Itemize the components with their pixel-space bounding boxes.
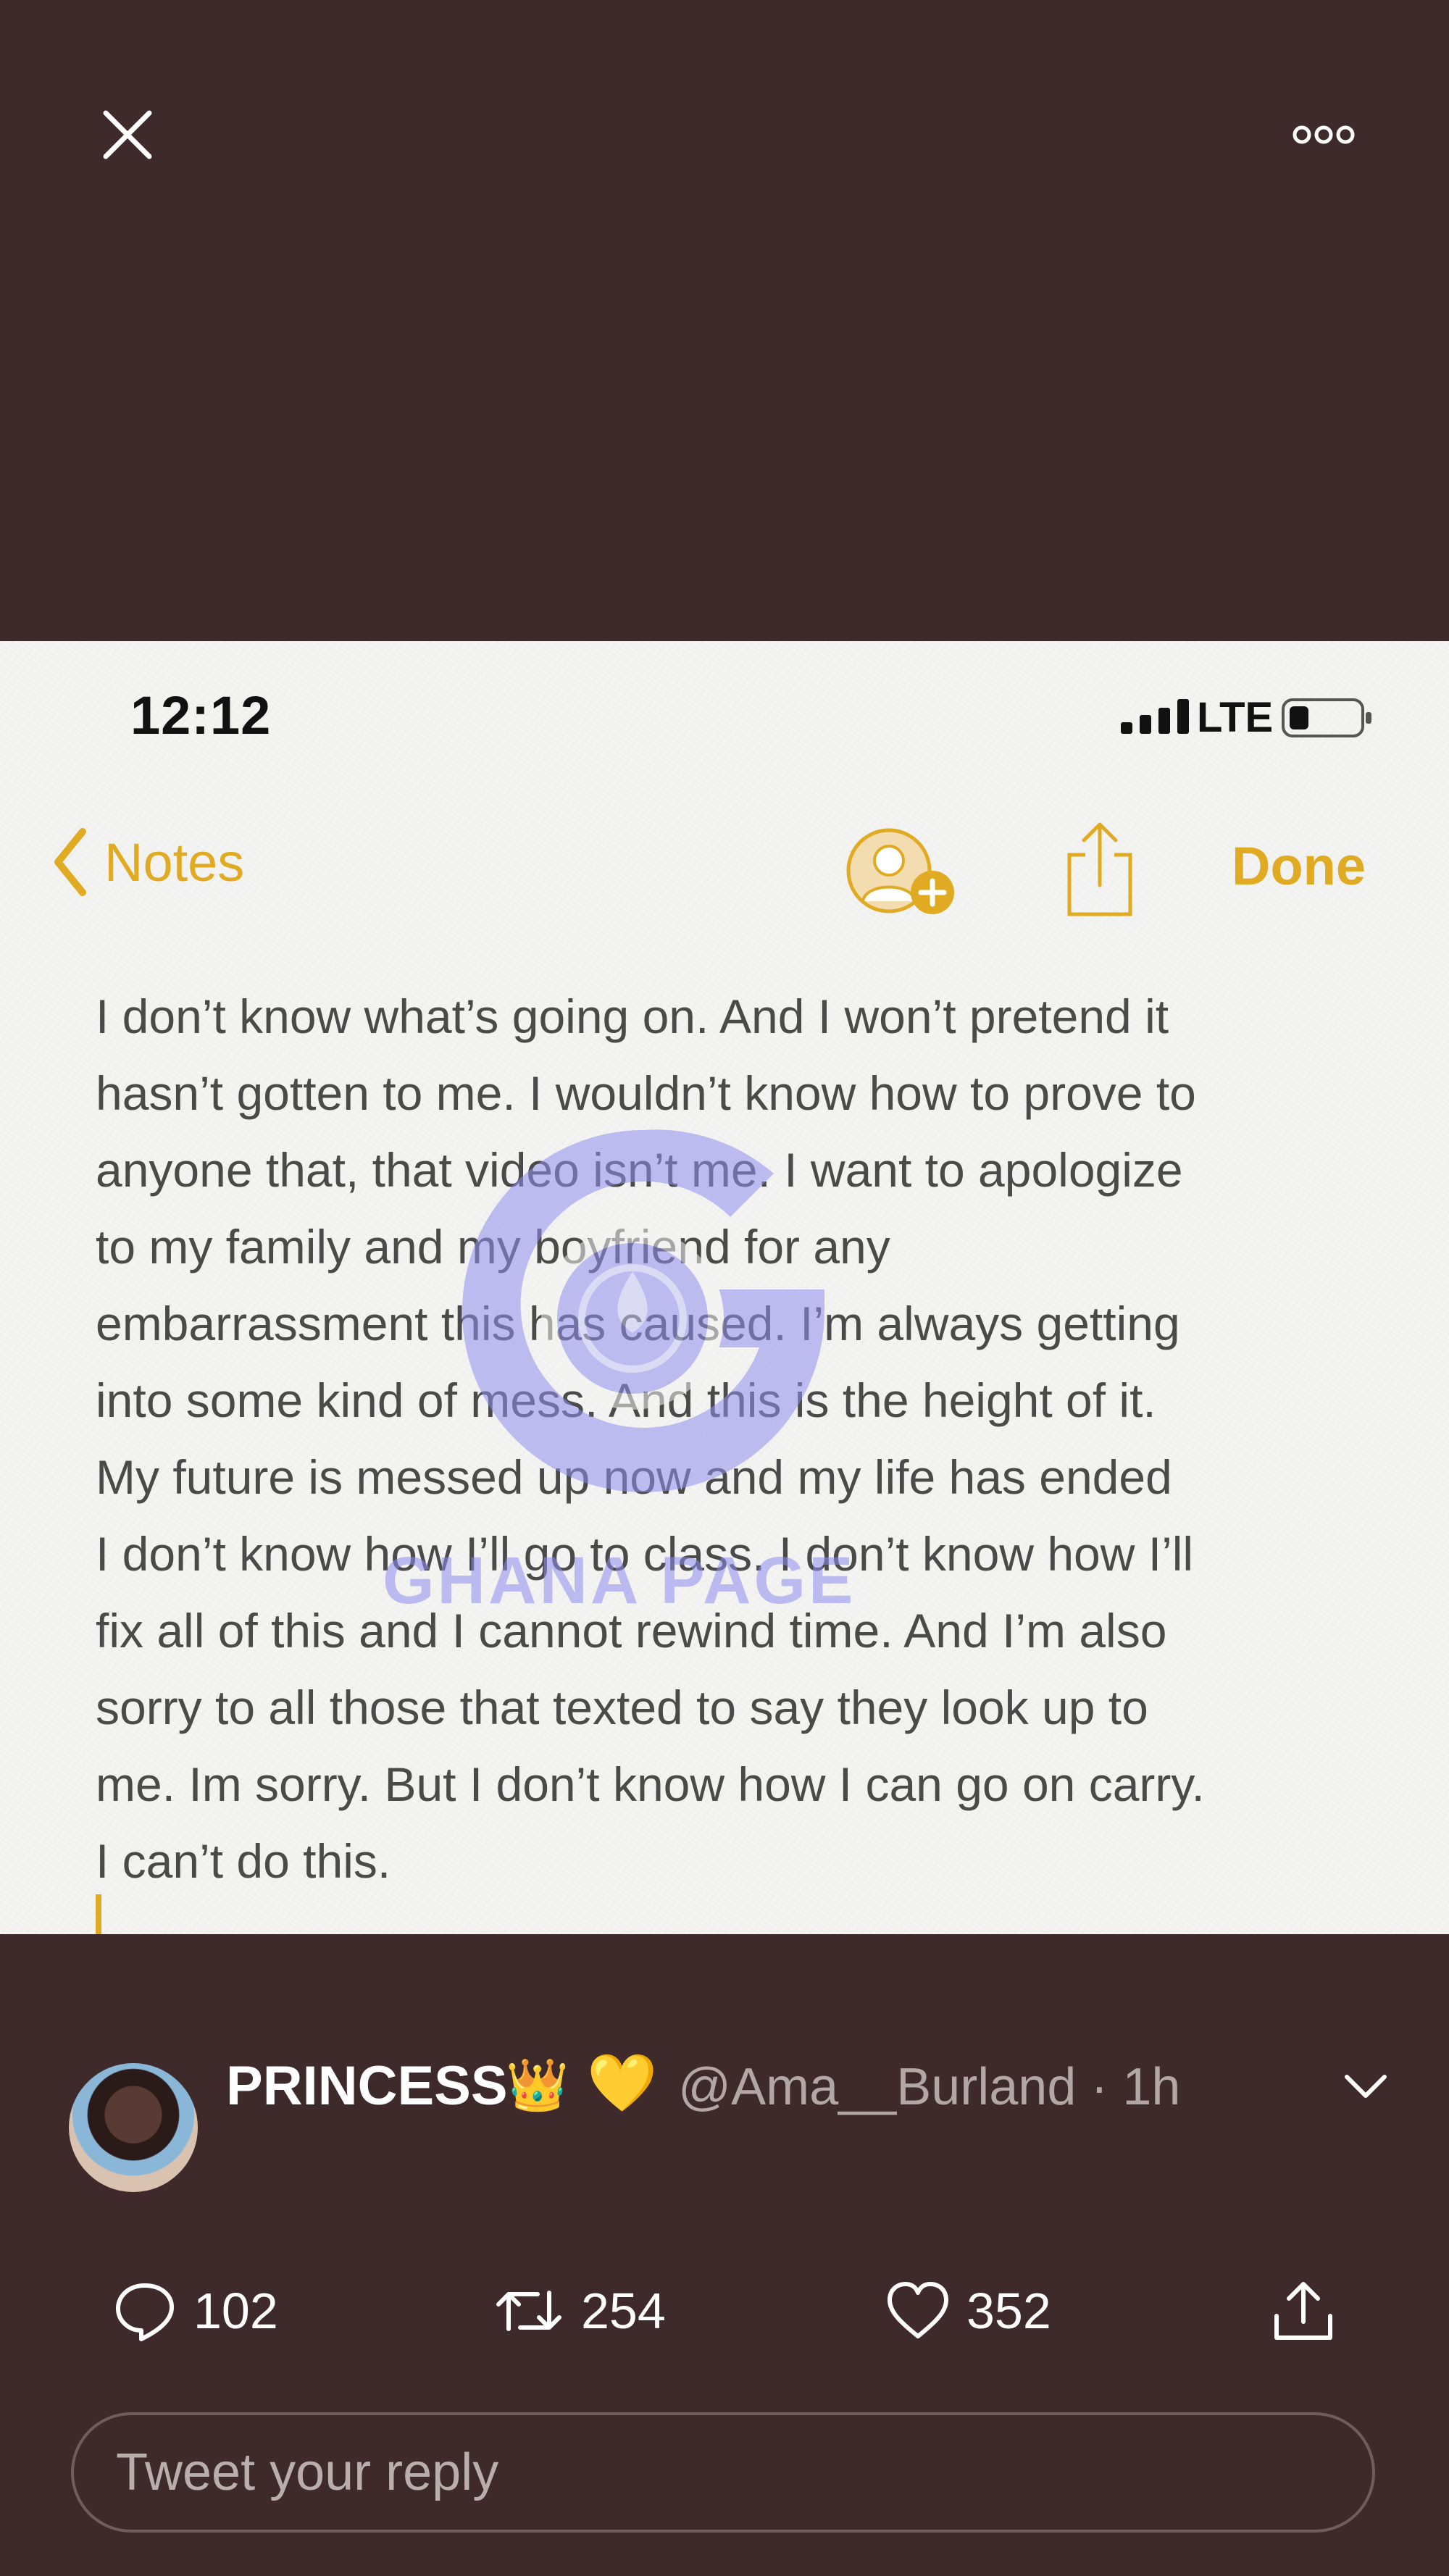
more-options-icon[interactable] — [1291, 122, 1356, 148]
retweet-count: 254 — [581, 2283, 666, 2339]
reply-input[interactable]: Tweet your reply — [71, 2412, 1375, 2533]
chevron-down-icon[interactable] — [1337, 2061, 1395, 2112]
handle-and-time[interactable]: @Ama__Burland · 1h — [678, 2057, 1180, 2117]
reply-button[interactable]: 102 — [112, 2278, 278, 2343]
avatar[interactable] — [69, 2063, 198, 2192]
notes-back-button[interactable]: Notes — [51, 826, 244, 898]
ghana-page-watermark-logo — [462, 1129, 824, 1492]
share-tweet-icon[interactable] — [1269, 2278, 1337, 2343]
done-button[interactable]: Done — [1232, 835, 1366, 897]
status-time: 12:12 — [130, 685, 272, 745]
carrier-label: LTE — [1197, 694, 1274, 741]
add-people-icon[interactable] — [844, 826, 960, 920]
yellow-heart-emoji: 💛 — [587, 2051, 658, 2115]
crown-emoji: 👑 — [506, 2057, 569, 2113]
chevron-left-icon — [54, 828, 86, 896]
display-name[interactable]: PRINCESS — [226, 2054, 508, 2117]
reply-icon — [116, 2283, 174, 2341]
retweet-icon — [496, 2291, 561, 2331]
retweet-button[interactable]: 254 — [493, 2278, 666, 2343]
heart-icon — [888, 2282, 948, 2338]
back-label: Notes — [104, 832, 245, 892]
reply-placeholder: Tweet your reply — [116, 2443, 499, 2501]
like-button[interactable]: 352 — [885, 2278, 1051, 2343]
signal-icon — [1121, 699, 1189, 734]
battery-icon — [1282, 698, 1371, 737]
reply-count: 102 — [193, 2283, 278, 2339]
share-icon[interactable] — [1064, 819, 1136, 920]
text-cursor — [96, 1894, 101, 1934]
like-count: 352 — [966, 2283, 1051, 2339]
close-icon[interactable] — [101, 109, 154, 161]
watermark-text: GHANA PAGE — [383, 1544, 856, 1618]
